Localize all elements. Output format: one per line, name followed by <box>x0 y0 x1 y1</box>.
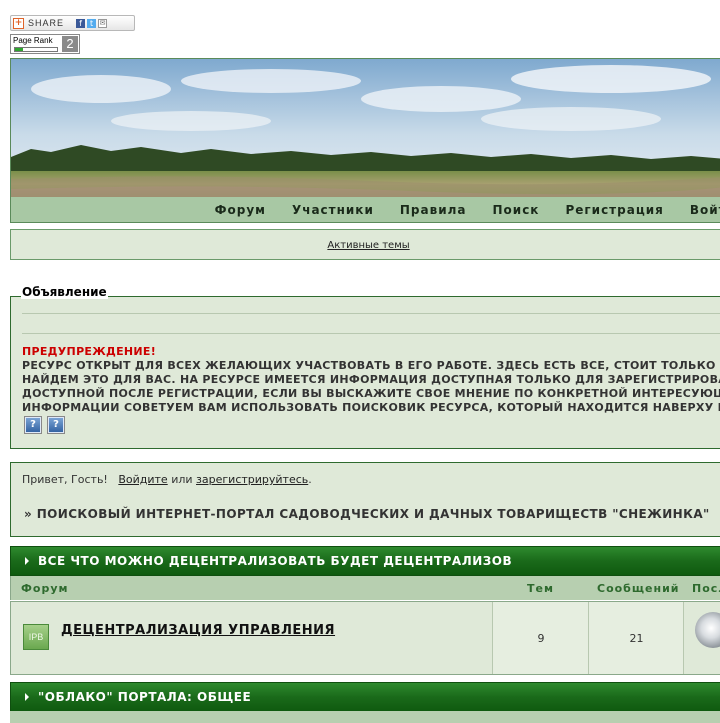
pagerank-bar <box>14 47 58 52</box>
forum-row: IPB ДЕЦЕНТРАЛИЗАЦИЯ УПРАВЛЕНИЯ 9 21 <box>10 601 720 675</box>
pagerank-badge[interactable]: Page Rank 2 <box>10 34 80 54</box>
collapse-arrow-icon[interactable] <box>25 693 29 701</box>
forum-column-header <box>10 711 720 723</box>
field-landscape-image <box>11 59 720 197</box>
forum-status-icon: IPB <box>23 624 49 650</box>
forum-column-header: Форум Тем Сообщений Посл <box>10 576 720 600</box>
login-link[interactable]: Войдите <box>118 473 167 486</box>
greeting-line: Привет, Гость! Войдите или зарегистрируй… <box>22 473 312 486</box>
announcement-line: РЕСУРС ОТКРЫТ ДЛЯ ВСЕХ ЖЕЛАЮЩИХ УЧАСТВОВ… <box>22 359 720 372</box>
posts-count: 21 <box>629 632 644 645</box>
pagerank-value: 2 <box>62 36 78 52</box>
nav-rules[interactable]: Правила <box>400 203 467 217</box>
email-icon[interactable]: ✉ <box>98 18 108 28</box>
facebook-icon[interactable]: f <box>76 18 86 28</box>
announcement-line: НАЙДЕМ ЭТО ДЛЯ ВАС. НА РЕСУРСЕ ИМЕЕТСЯ И… <box>22 373 720 386</box>
main-nav-bar: Форум Участники Правила Поиск Регистраци… <box>10 197 720 223</box>
help-button[interactable]: ? <box>47 416 65 434</box>
portal-title: » ПОИСКОВЫЙ ИНТЕРНЕТ-ПОРТАЛ САДОВОДЧЕСКИ… <box>24 507 710 521</box>
nav-register[interactable]: Регистрация <box>565 203 663 217</box>
topics-cell: 9 <box>492 602 589 674</box>
announcement-text: РЕСУРС ОТКРЫТ ДЛЯ ВСЕХ ЖЕЛАЮЩИХ УЧАСТВОВ… <box>22 359 720 415</box>
pagerank-bar-fill <box>15 48 24 51</box>
twitter-icon[interactable]: t <box>87 18 97 28</box>
divider <box>22 313 720 314</box>
forum-title-link[interactable]: ДЕЦЕНТРАЛИЗАЦИЯ УПРАВЛЕНИЯ <box>61 623 335 638</box>
category-header[interactable]: "ОБЛАКО" ПОРТАЛА: ОБЩЕЕ <box>10 682 720 712</box>
collapse-arrow-icon[interactable] <box>25 557 29 565</box>
header-banner <box>10 58 720 198</box>
column-forum: Форум <box>21 582 69 595</box>
or-text: или <box>171 473 193 486</box>
nav-search[interactable]: Поиск <box>493 203 540 217</box>
nav-members[interactable]: Участники <box>292 203 374 217</box>
column-posts: Сообщений <box>597 582 680 595</box>
divider <box>22 333 720 334</box>
addthis-plus-icon: + <box>13 17 24 29</box>
nav-login[interactable]: Войти <box>690 203 720 217</box>
category-header[interactable]: ВСЕ ЧТО МОЖНО ДЕЦЕНТРАЛИЗОВАТЬ БУДЕТ ДЕЦ… <box>10 546 720 576</box>
announcement-title: Объявление <box>21 285 108 299</box>
announcement-line: ДОСТУПНОЙ ПОСЛЕ РЕГИСТРАЦИИ, ЕСЛИ ВЫ ВЫС… <box>22 387 720 400</box>
topics-count: 9 <box>537 632 545 645</box>
period-text: . <box>308 473 312 486</box>
category-title[interactable]: ВСЕ ЧТО МОЖНО ДЕЦЕНТРАЛИЗОВАТЬ БУДЕТ ДЕЦ… <box>38 554 512 568</box>
nav-forum[interactable]: Форум <box>215 203 266 217</box>
column-topics: Тем <box>527 582 554 595</box>
active-topics-link[interactable]: Активные темы <box>327 240 409 251</box>
announcement-panel: ПРЕДУПРЕЖДЕНИЕ! РЕСУРС ОТКРЫТ ДЛЯ ВСЕХ Ж… <box>10 296 720 449</box>
category-title[interactable]: "ОБЛАКО" ПОРТАЛА: ОБЩЕЕ <box>38 690 251 704</box>
active-topics-bar: Активные темы <box>10 229 720 260</box>
share-label: SHARE <box>28 18 65 28</box>
share-button[interactable]: + SHARE f t ✉ <box>10 15 135 31</box>
column-last-post: Посл <box>692 582 720 595</box>
pagerank-label: Page Rank <box>13 36 53 45</box>
greeting-text: Привет, Гость! <box>22 473 108 486</box>
guest-greeting-panel: Привет, Гость! Войдите или зарегистрируй… <box>10 462 720 537</box>
announcement-warning: ПРЕДУПРЕЖДЕНИЕ! <box>22 345 157 358</box>
register-link[interactable]: зарегистрируйтесь <box>196 473 308 486</box>
help-button[interactable]: ? <box>24 416 42 434</box>
announcement-line: ИНФОРМАЦИИ СОВЕТУЕМ ВАМ ИСПОЛЬЗОВАТЬ ПОИ… <box>22 401 720 414</box>
posts-cell: 21 <box>588 602 684 674</box>
